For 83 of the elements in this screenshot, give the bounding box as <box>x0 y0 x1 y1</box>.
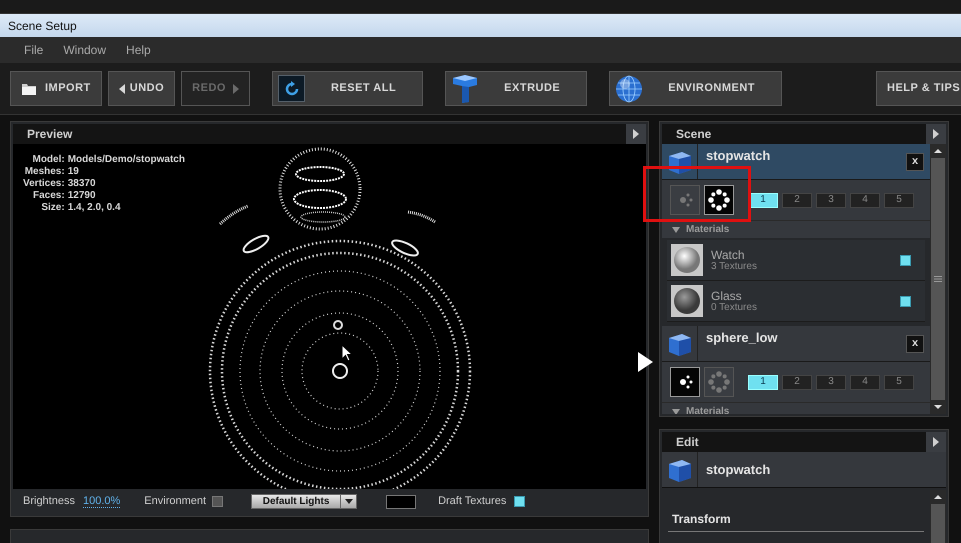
info-label: Meshes: <box>24 166 65 178</box>
info-label: Model: <box>31 154 65 166</box>
scene-object-row[interactable]: stopwatch x <box>662 144 930 180</box>
refresh-icon <box>278 75 306 102</box>
materials-toggle[interactable]: Materials <box>662 220 930 238</box>
scrollbar[interactable] <box>930 144 946 414</box>
extrude-button[interactable]: EXTRUDE <box>445 71 588 106</box>
menu-item[interactable]: Help <box>126 41 151 59</box>
texture-count: 0 Textures <box>711 302 758 312</box>
material-row[interactable]: Watch 3 Textures <box>667 240 925 281</box>
environment-button[interactable]: ENVIRONMENT <box>609 71 782 106</box>
close-button[interactable]: x <box>906 334 924 352</box>
section-title: Transform <box>668 510 924 532</box>
info-value: 1.4, 2.0, 0.4 <box>68 202 122 214</box>
menu-item[interactable]: Window <box>63 41 106 59</box>
caret-icon <box>672 408 680 414</box>
scene-object-row[interactable]: sphere_low x <box>662 326 930 362</box>
brightness-label: Brightness <box>23 494 75 510</box>
lod-button[interactable]: 4 <box>850 192 880 208</box>
reset-button[interactable]: RESET ALL <box>272 71 424 106</box>
object-name: stopwatch <box>706 148 772 163</box>
lod-button[interactable]: 3 <box>816 192 846 208</box>
help-button[interactable]: HELP & TIPS <box>876 71 961 106</box>
visibility-checkbox[interactable] <box>900 296 911 306</box>
environment-checkbox[interactable] <box>212 496 224 507</box>
color-swatch[interactable] <box>386 494 416 508</box>
info-value: 12790 <box>68 190 97 202</box>
material-sphere-thumbnail <box>671 285 703 317</box>
lod-button[interactable]: 4 <box>850 374 880 390</box>
right-arrow-icon <box>633 129 639 139</box>
menu-item[interactable]: File <box>24 41 44 59</box>
material-sphere-thumbnail <box>671 244 703 276</box>
right-arrow-icon <box>232 84 239 94</box>
material-row[interactable]: Glass 0 Textures <box>667 281 925 322</box>
info-value: Models/Demo/stopwatch <box>68 154 185 166</box>
info-label: Size: <box>40 202 65 214</box>
caret-icon <box>672 226 680 234</box>
material-name: Glass <box>711 290 743 302</box>
lod-button[interactable]: 2 <box>782 374 812 390</box>
ring-mode-button[interactable] <box>704 185 734 215</box>
lod-button[interactable]: 2 <box>782 192 812 208</box>
environment-label: Environment <box>144 494 206 510</box>
material-name: Watch <box>711 248 746 260</box>
right-arrow-icon <box>933 129 939 139</box>
brightness-value[interactable]: 100.0% <box>82 495 120 508</box>
grip-icon <box>934 276 942 282</box>
info-label: Faces: <box>32 190 65 202</box>
collapse-arrow-icon <box>636 351 654 373</box>
info-value: 38370 <box>68 178 97 190</box>
draft-textures-checkbox[interactable] <box>514 496 526 507</box>
globe-icon <box>615 74 644 102</box>
right-arrow-icon <box>933 437 939 447</box>
lod-button[interactable]: 5 <box>884 374 914 390</box>
dropdown-caret-icon <box>344 499 353 504</box>
panel-title: Scene <box>675 126 712 143</box>
draft-textures-label: Draft Textures <box>438 494 506 510</box>
dotted-ring-icon <box>707 370 731 394</box>
object-name: sphere_low <box>706 330 779 345</box>
close-button[interactable]: x <box>906 152 924 170</box>
lights-dropdown[interactable]: Default Lights <box>251 494 358 509</box>
import-button[interactable]: IMPORT <box>10 71 102 106</box>
extrude-block-icon <box>452 74 478 104</box>
lod-button[interactable]: 3 <box>816 374 846 390</box>
object-name: stopwatch <box>706 460 770 479</box>
window-title: Scene Setup <box>8 18 77 34</box>
panel-menu-button[interactable] <box>626 124 646 144</box>
undo-button[interactable]: UNDO <box>108 71 176 106</box>
info-label: Vertices: <box>23 178 65 190</box>
points-mode-button[interactable] <box>670 367 700 397</box>
info-value: 19 <box>68 166 80 178</box>
panel-title: Preview <box>26 126 72 143</box>
cursor-icon <box>341 344 353 362</box>
lod-button[interactable]: 1 <box>748 374 778 390</box>
lod-button[interactable]: 1 <box>748 192 778 208</box>
materials-toggle[interactable]: Materials <box>662 402 930 414</box>
texture-count: 3 Textures <box>711 262 758 272</box>
panel-menu-button[interactable] <box>926 432 946 452</box>
panel-title: Edit <box>675 434 699 451</box>
panel-menu-button[interactable] <box>926 124 946 144</box>
dotted-ring-icon <box>707 188 731 212</box>
visibility-checkbox[interactable] <box>900 254 911 266</box>
lod-button[interactable]: 5 <box>884 192 914 208</box>
left-arrow-icon <box>118 84 125 94</box>
